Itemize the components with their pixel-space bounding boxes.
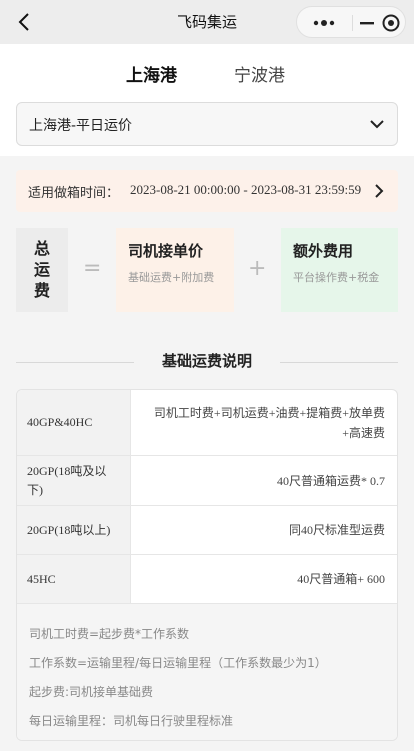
table-row: 20GP(18吨以上) 同40尺标准型运费 <box>17 506 397 555</box>
note-line: 司机工时费=起步费*工作系数 <box>29 627 190 641</box>
section-divider-right <box>280 362 398 363</box>
minimize-icon[interactable] <box>359 16 375 30</box>
note-line: 起步费:司机接单基础费 <box>29 685 154 699</box>
date-range-label: 适用做箱时间： <box>28 186 120 201</box>
extra-fee-title: 额外费用 <box>293 242 354 260</box>
extra-fee-subtitle: 平台操作费+税金 <box>293 271 380 284</box>
more-icon[interactable] <box>311 16 339 30</box>
port-tabs-area: 上海港 宁波港 上海港-平日运价 <box>0 44 414 156</box>
close-target-icon[interactable] <box>381 13 401 33</box>
rate-select[interactable]: 上海港-平日运价 <box>16 102 398 146</box>
notes-block: 司机工时费=起步费*工作系数 工作系数=运输里程/每日运输里程（工作系数最少为1… <box>17 604 397 740</box>
freight-table: 40GP&40HC 司机工时费+司机运费+油费+提箱费+放单费+高速费 20GP… <box>16 389 398 741</box>
driver-price-title: 司机接单价 <box>128 242 204 260</box>
rate-select-value: 上海港-平日运价 <box>29 118 133 134</box>
date-range-bar[interactable]: 适用做箱时间： 2023-08-21 00:00:00 - 2023-08-31… <box>16 170 398 212</box>
capsule-divider <box>352 15 353 31</box>
table-row: 20GP(18吨及以下) 40尺普通箱运费* 0.7 <box>17 456 397 506</box>
chevron-down-icon <box>370 120 384 129</box>
equals-sign: = <box>83 256 102 281</box>
total-freight-box: 总运费 <box>16 228 68 312</box>
table-row-key: 20GP(18吨及以下) <box>17 456 131 505</box>
tab-ningbo[interactable]: 宁波港 <box>234 61 285 86</box>
table-row: 45HC 40尺普通箱+ 600 <box>17 555 397 604</box>
table-row-key: 20GP(18吨以上) <box>17 506 131 554</box>
note-line: 每日运输里程：司机每日行驶里程标准 <box>29 714 234 728</box>
mini-program-capsule <box>296 6 406 38</box>
table-row-key: 40GP&40HC <box>17 390 131 455</box>
table-row-key: 45HC <box>17 555 131 603</box>
nav-bar: 飞码集运 <box>0 0 414 44</box>
tab-shanghai[interactable]: 上海港 <box>126 61 177 86</box>
chevron-right-icon <box>375 184 384 198</box>
table-row-value: 40尺普通箱运费* 0.7 <box>276 473 385 488</box>
table-row: 40GP&40HC 司机工时费+司机运费+油费+提箱费+放单费+高速费 <box>17 390 397 456</box>
table-row-value: 同40尺标准型运费 <box>288 523 385 537</box>
extra-fee-card: 额外费用 平台操作费+税金 <box>281 228 398 312</box>
total-freight-label: 总运费 <box>33 239 50 300</box>
table-row-value: 司机工时费+司机运费+油费+提箱费+放单费+高速费 <box>153 405 385 440</box>
table-row-value: 40尺普通箱+ 600 <box>297 572 385 586</box>
driver-price-card: 司机接单价 基础运费+附加费 <box>116 228 234 312</box>
driver-price-subtitle: 基础运费+附加费 <box>128 271 215 284</box>
note-line: 工作系数=运输里程/每日运输里程（工作系数最少为1） <box>29 656 327 670</box>
plus-sign: + <box>248 256 267 281</box>
section-title: 基础运费说明 <box>161 352 252 370</box>
date-range-value: 2023-08-21 00:00:00 - 2023-08-31 23:59:5… <box>130 182 362 197</box>
